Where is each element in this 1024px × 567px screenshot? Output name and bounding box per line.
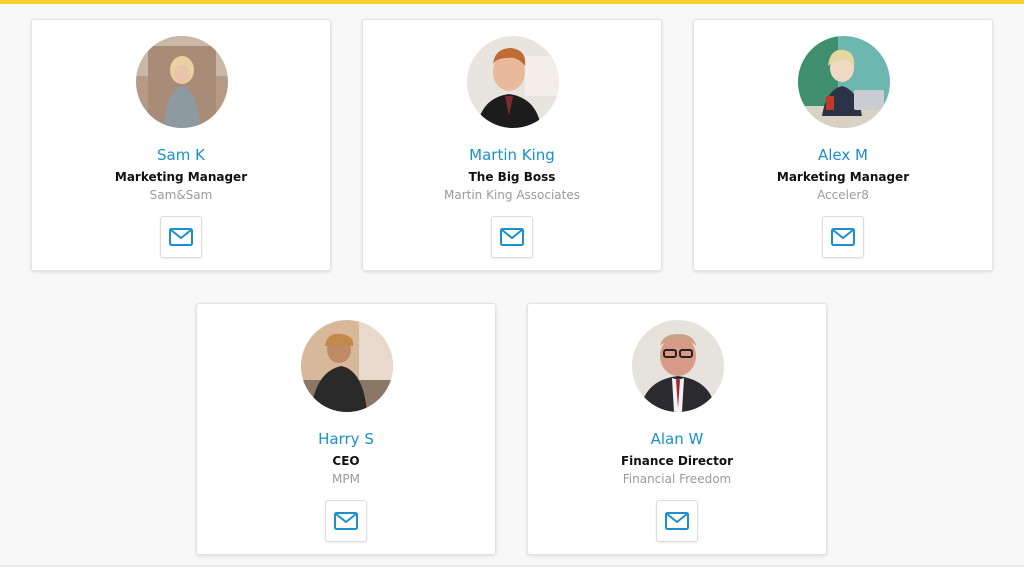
team-card: Alan W Finance Director Financial Freedo…: [527, 303, 827, 555]
member-name[interactable]: Martin King: [363, 146, 661, 164]
mail-icon: [169, 228, 193, 246]
member-company: Sam&Sam: [149, 188, 213, 202]
email-button[interactable]: [160, 216, 202, 258]
member-title: Marketing Manager: [776, 170, 910, 184]
member-title: Marketing Manager: [114, 170, 248, 184]
member-name[interactable]: Alex M: [694, 146, 992, 164]
team-card: Sam K Marketing Manager Sam&Sam: [31, 19, 331, 271]
email-button[interactable]: [822, 216, 864, 258]
avatar: [467, 36, 559, 128]
email-button[interactable]: [491, 216, 533, 258]
avatar: [798, 36, 890, 128]
accent-top-bar: [0, 0, 1024, 4]
member-company: Acceler8: [817, 188, 869, 202]
member-company: MPM: [332, 472, 360, 486]
mail-icon: [500, 228, 524, 246]
avatar: [136, 36, 228, 128]
member-name[interactable]: Harry S: [197, 430, 495, 448]
team-card: Harry S CEO MPM: [196, 303, 496, 555]
avatar: [632, 320, 724, 412]
member-title: Finance Director: [620, 454, 734, 468]
member-company: Martin King Associates: [443, 188, 581, 202]
email-button[interactable]: [325, 500, 367, 542]
team-card: Alex M Marketing Manager Acceler8: [693, 19, 993, 271]
member-title: The Big Boss: [468, 170, 556, 184]
member-name[interactable]: Sam K: [32, 146, 330, 164]
mail-icon: [831, 228, 855, 246]
avatar: [301, 320, 393, 412]
mail-icon: [665, 512, 689, 530]
team-card: Martin King The Big Boss Martin King Ass…: [362, 19, 662, 271]
mail-icon: [334, 512, 358, 530]
member-company: Financial Freedom: [622, 472, 732, 486]
email-button[interactable]: [656, 500, 698, 542]
member-title: CEO: [332, 454, 360, 468]
member-name[interactable]: Alan W: [528, 430, 826, 448]
